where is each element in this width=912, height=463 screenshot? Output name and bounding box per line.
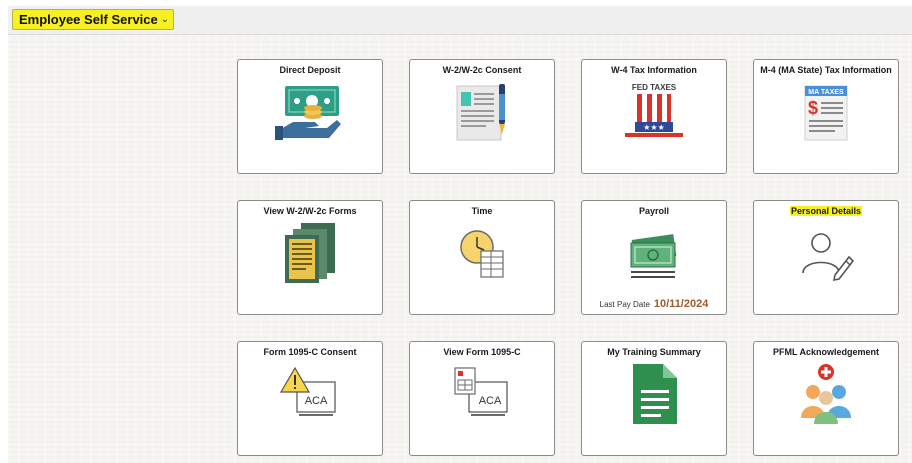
ma-taxes-text: MA TAXES xyxy=(808,89,844,96)
tile-view-form-1095c[interactable]: View Form 1095-C ACA xyxy=(409,341,555,456)
people-medical-icon xyxy=(754,362,898,426)
person-edit-icon xyxy=(754,221,898,285)
aca-text: ACA xyxy=(479,395,502,407)
tile-pfml-acknowledgement[interactable]: PFML Acknowledgement xyxy=(753,341,899,456)
clock-timesheet-icon xyxy=(410,221,554,285)
homepage-title: Employee Self Service xyxy=(19,12,158,27)
tile-title: Payroll xyxy=(638,206,669,216)
tile-view-w2-forms[interactable]: View W-2/W-2c Forms xyxy=(237,200,383,315)
form-aca-icon: ACA xyxy=(410,362,554,426)
tile-title: W-4 Tax Information xyxy=(611,65,697,75)
tile-time[interactable]: Time xyxy=(409,200,555,315)
svg-text:★★★: ★★★ xyxy=(643,123,665,132)
fed-taxes-text: FED TAXES xyxy=(632,83,677,92)
chevron-down-icon: ⌄ xyxy=(160,14,170,25)
tile-title: M-4 (MA State) Tax Information xyxy=(760,65,892,75)
tile-my-training-summary[interactable]: My Training Summary xyxy=(581,341,727,456)
stacked-forms-icon xyxy=(238,221,382,285)
tile-w4-tax[interactable]: W-4 Tax Information FED TAXES ★★★ xyxy=(581,59,727,174)
svg-text:$: $ xyxy=(808,98,818,118)
state-tax-document-icon: MA TAXES $ xyxy=(754,80,898,144)
tile-title: My Training Summary xyxy=(607,347,701,357)
tile-title: Time xyxy=(471,206,493,216)
tile-title-highlight: Personal Details xyxy=(789,206,863,216)
last-pay-date-label: Last Pay Date xyxy=(599,300,650,309)
header-bar: Employee Self Service ⌄ xyxy=(8,6,912,35)
tile-personal-details[interactable]: Personal Details xyxy=(753,200,899,315)
tile-title: Personal Details xyxy=(754,206,898,216)
tile-form-1095c-consent[interactable]: Form 1095-C Consent ACA xyxy=(237,341,383,456)
last-pay-date-value: 10/11/2024 xyxy=(653,298,709,310)
green-document-icon xyxy=(582,362,726,426)
tile-title: View Form 1095-C xyxy=(443,347,521,357)
tile-payroll[interactable]: Payroll Last Pay Date 10/11/2024 xyxy=(581,200,727,315)
tile-title: Form 1095-C Consent xyxy=(263,347,357,357)
tile-title: Direct Deposit xyxy=(279,65,341,75)
warning-aca-icon: ACA xyxy=(238,362,382,426)
cash-bill-icon xyxy=(582,221,726,285)
tile-title: PFML Acknowledgement xyxy=(772,347,879,357)
tile-w2-consent[interactable]: W-2/W-2c Consent xyxy=(409,59,555,174)
tile-title: View W-2/W-2c Forms xyxy=(263,206,357,216)
money-hand-icon xyxy=(238,80,382,144)
document-pen-icon xyxy=(410,80,554,144)
homepage-selector-button[interactable]: Employee Self Service ⌄ xyxy=(12,9,175,30)
last-pay-date: Last Pay Date 10/11/2024 xyxy=(582,298,726,310)
portal-frame: Employee Self Service ⌄ Direct Deposit W… xyxy=(8,6,912,463)
aca-text: ACA xyxy=(305,395,328,407)
uncle-sam-hat-icon: FED TAXES ★★★ xyxy=(582,80,726,144)
tile-grid: Direct Deposit W-2/W-2c Consent W-4 Tax … xyxy=(8,35,912,463)
tile-direct-deposit[interactable]: Direct Deposit xyxy=(237,59,383,174)
tile-m4-tax[interactable]: M-4 (MA State) Tax Information MA TAXES … xyxy=(753,59,899,174)
tile-title: W-2/W-2c Consent xyxy=(442,65,522,75)
